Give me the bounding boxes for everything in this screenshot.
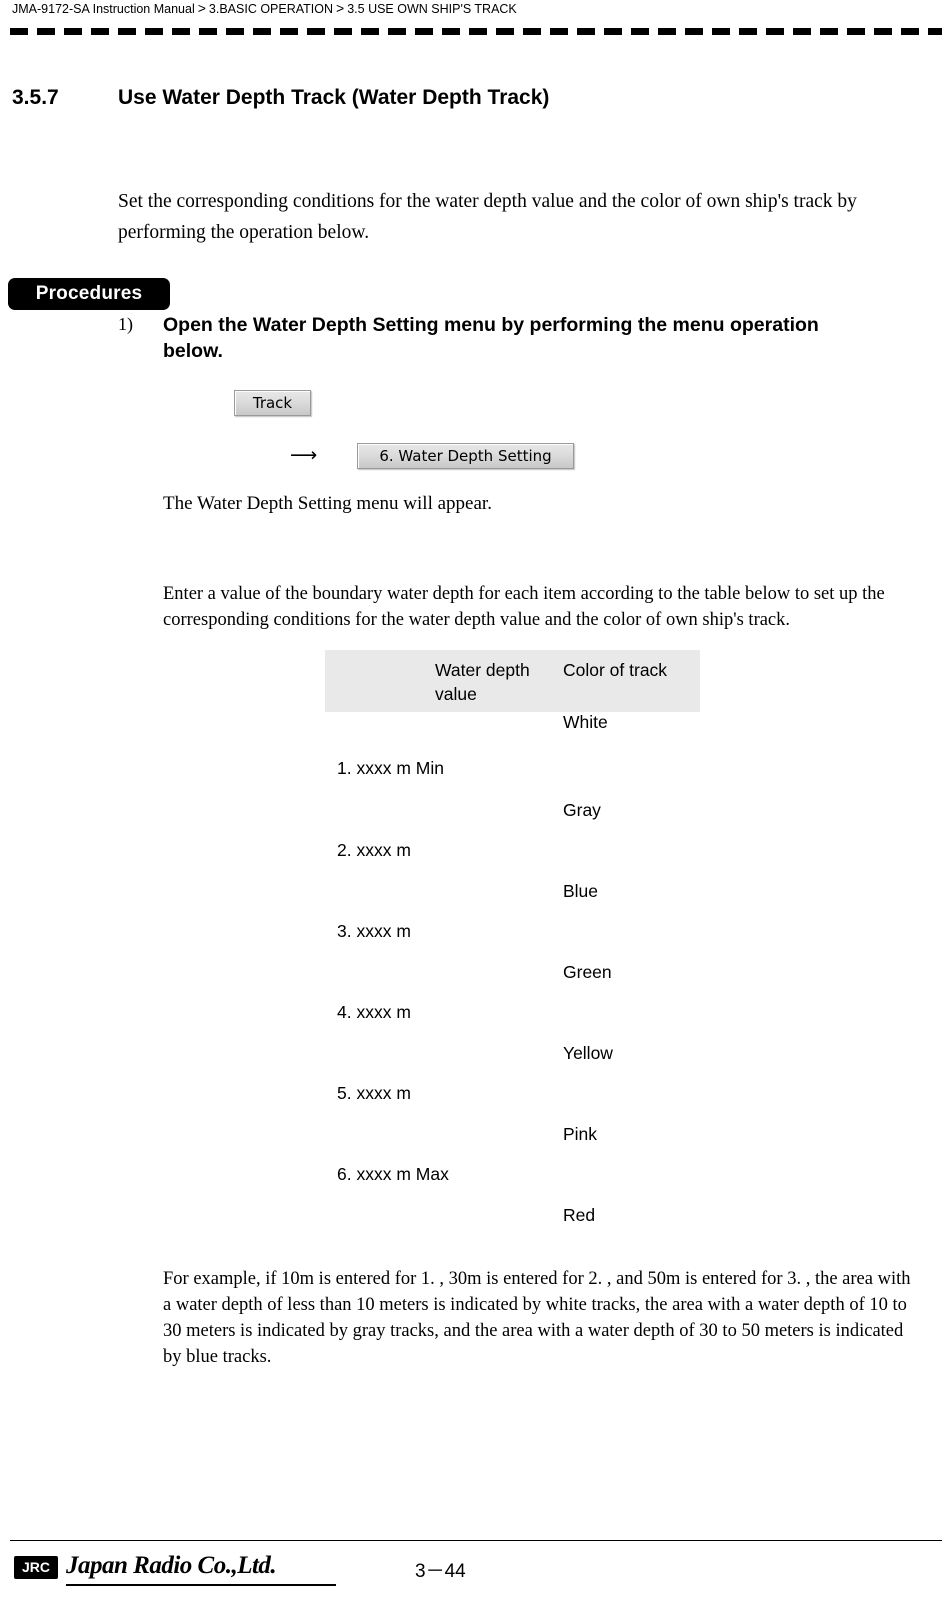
page-title: Use Water Depth Track (Water Depth Track… [118,86,550,109]
procedures-banner: Procedures [8,278,170,310]
table-row: 5. xxxx m [325,1083,700,1124]
item-value: 3. xxxx m [337,921,411,941]
breadcrumb-separator-1: > [197,0,206,16]
color-value: Pink [563,1124,598,1144]
table-row: Pink [325,1124,700,1164]
intro-paragraph: Set the corresponding conditions for the… [118,191,857,243]
color-value: Red [563,1205,596,1225]
table-row: 2. xxxx m [325,840,700,881]
page-header: JMA-9172-SA Instruction Manual >3.BASIC O… [0,0,952,38]
item-value: 5. xxxx m [337,1083,411,1103]
color-value: Green [563,962,612,982]
example-paragraph: For example, if 10m is entered for 1. , … [163,1269,911,1367]
arrow-icon: ⟶ [290,444,318,466]
table-row: 1. xxxx m Min [325,758,700,800]
footer-rule [10,1540,942,1541]
table-row: Yellow [325,1043,700,1083]
color-value: Gray [563,800,601,820]
breadcrumb-section: 3.5 USE OWN SHIP'S TRACK [347,2,517,16]
breadcrumb-separator-2: > [336,0,345,16]
item-value: 6. xxxx m Max [337,1164,449,1184]
color-value: Yellow [563,1043,613,1063]
step-1-text: Open the Water Depth Setting menu by per… [163,314,819,362]
item-value: 4. xxxx m [337,1002,411,1022]
table-row: Gray [325,800,700,840]
step-1-number: 1) [118,314,133,334]
table-row: 4. xxxx m [325,1002,700,1043]
company-underline [66,1584,336,1586]
table-row: 6. xxxx m Max [325,1164,700,1205]
color-value: Blue [563,881,599,901]
table-header-color-of-track: Color of track [563,660,668,680]
track-menu-button[interactable]: Track [234,390,311,416]
water-depth-setting-menu-button[interactable]: 6. Water Depth Setting [357,443,574,469]
enter-value-paragraph: Enter a value of the boundary water dept… [163,584,885,630]
company-name: Japan Radio Co.,Ltd. [66,1552,277,1579]
item-value: 1. xxxx m Min [337,758,444,778]
jrc-logo-icon: JRC [14,1556,58,1579]
section-number: 3.5.7 [12,86,59,109]
water-depth-table: Water depth value Color of track White 1… [325,650,700,1245]
table-header-row: Water depth value Color of track [325,650,700,712]
table-row: White [325,712,700,758]
table-row: Red [325,1205,700,1245]
breadcrumb-chapter: 3.BASIC OPERATION [208,2,334,16]
table-row: Green [325,962,700,1002]
color-value: White [563,712,608,732]
table-header-water-depth-value: Water depth value [435,660,530,704]
item-value: 2. xxxx m [337,840,411,860]
menu-appear-text: The Water Depth Setting menu will appear… [163,493,492,514]
breadcrumb-manual: JMA-9172-SA Instruction Manual [12,2,195,16]
breadcrumb: JMA-9172-SA Instruction Manual >3.BASIC O… [12,0,517,16]
page-number: 3－44 [415,1561,466,1582]
table-row: 3. xxxx m [325,921,700,962]
table-header-blank [325,650,435,712]
header-dashed-rule [10,28,942,35]
table-row: Blue [325,881,700,921]
